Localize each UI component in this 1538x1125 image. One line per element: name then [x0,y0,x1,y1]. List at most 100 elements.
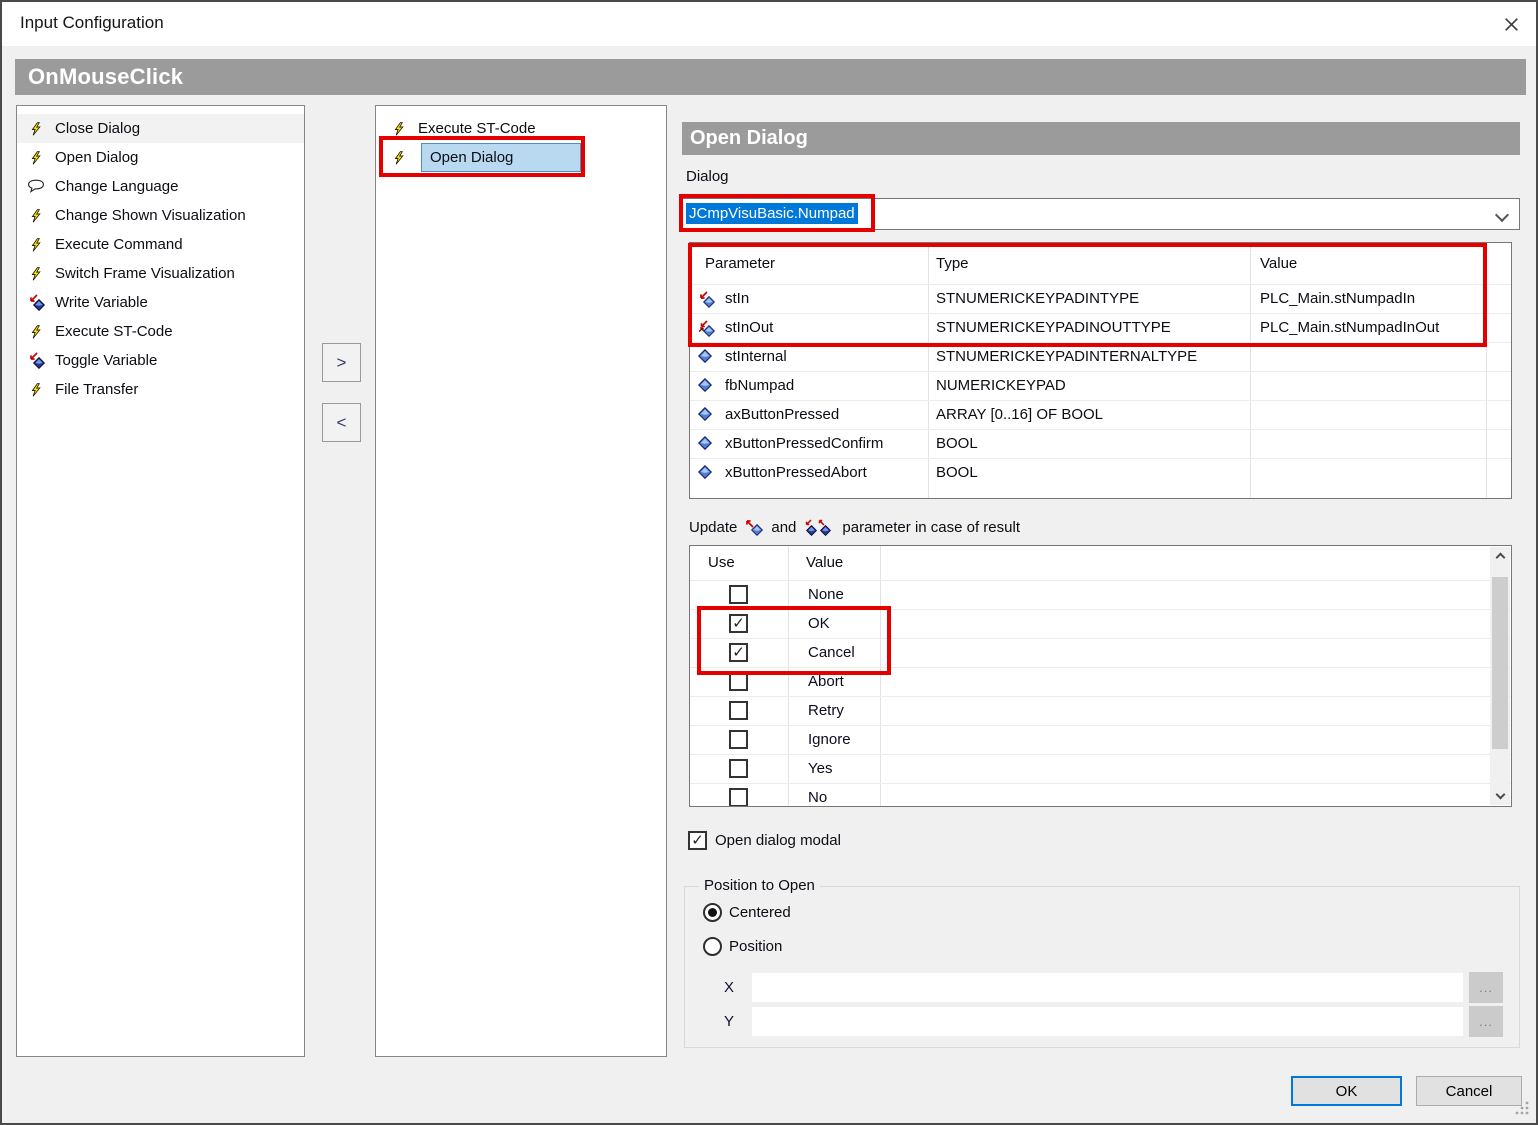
param-row-axbuttonpressed[interactable]: axButtonPressed ARRAY [0..16] OF BOOL [690,400,1511,429]
variable-icon [698,436,716,453]
param-row-fbnumpad[interactable]: fbNumpad NUMERICKEYPAD [690,371,1511,400]
action-item-close-dialog[interactable]: Close Dialog [17,114,304,143]
action-item-change-language[interactable]: Change Language [17,172,304,201]
variable-icon [698,378,716,395]
dialog-combobox-value: JCmpVisuBasic.Numpad [686,203,858,224]
param-value[interactable]: PLC_Main.stNumpadInOut [1260,314,1439,342]
result-value: Retry [808,697,844,725]
ok-button[interactable]: OK [1291,1076,1402,1106]
variable-in-icon [698,291,716,308]
result-row-ignore: Ignore [690,725,1511,754]
configured-action-label: Open Dialog [430,149,513,166]
use-checkbox[interactable] [729,788,748,807]
param-row-xbuttonpressedconfirm[interactable]: xButtonPressedConfirm BOOL [690,429,1511,458]
action-item-change-shown-visualization[interactable]: Change Shown Visualization [17,201,304,230]
x-input[interactable] [752,973,1463,1002]
action-item-open-dialog[interactable]: Open Dialog [17,143,304,172]
configured-action-open-dialog[interactable]: Open Dialog [376,143,666,172]
write-variable-icon [27,294,45,311]
use-checkbox[interactable] [729,759,748,778]
lightning-icon [27,381,45,398]
action-item-switch-frame-visualization[interactable]: Switch Frame Visualization [17,259,304,288]
y-input[interactable] [752,1007,1463,1036]
param-name: stInOut [725,314,773,342]
variable-out-icon [745,519,763,536]
remove-action-button[interactable]: < [322,403,361,442]
configured-actions-list: Execute ST-Code Open Dialog [375,105,667,1057]
action-item-label: Change Language [55,178,178,195]
use-checkbox[interactable] [729,672,748,691]
param-type: STNUMERICKEYPADINOUTTYPE [936,314,1171,342]
result-value: Abort [808,668,844,696]
action-item-write-variable[interactable]: Write Variable [17,288,304,317]
scroll-down-icon[interactable] [1490,787,1510,805]
use-checkbox[interactable] [729,614,748,633]
result-table: Use Value None OK Cancel Abort Retry Ign… [689,545,1512,807]
variable-inout-pair-icon [804,519,834,536]
action-item-label: Open Dialog [55,149,138,166]
variable-icon [698,465,716,482]
param-type: NUMERICKEYPAD [936,372,1066,400]
param-row-xbuttonpressedabort[interactable]: xButtonPressedAbort BOOL [690,458,1511,487]
use-checkbox[interactable] [729,643,748,662]
action-item-label: Toggle Variable [55,352,157,369]
param-name: xButtonPressedConfirm [725,430,883,458]
resize-grip[interactable] [1514,1100,1530,1116]
result-row-yes: Yes [690,754,1511,783]
column-header: Type [936,243,969,284]
result-row-no: No [690,783,1511,807]
param-type: STNUMERICKEYPADINTYPE [936,285,1139,313]
x-browse-button[interactable]: ... [1469,972,1503,1003]
update-prefix: Update [689,519,737,536]
add-action-button[interactable]: > [322,343,361,382]
result-value: OK [808,610,830,638]
close-icon[interactable] [1494,7,1528,41]
scroll-up-icon[interactable] [1490,547,1510,565]
position-label: Position [729,938,782,955]
configured-action-execute-st-code[interactable]: Execute ST-Code [376,114,666,143]
position-to-open-title: Position to Open [699,877,820,894]
vertical-scrollbar[interactable] [1490,547,1510,805]
y-browse-button[interactable]: ... [1469,1006,1503,1037]
use-checkbox[interactable] [729,730,748,749]
action-item-label: Close Dialog [55,120,140,137]
action-item-label: File Transfer [55,381,138,398]
lightning-icon [27,207,45,224]
y-label: Y [724,1013,734,1030]
position-radio[interactable] [703,937,722,956]
param-row-stinout[interactable]: stInOut STNUMERICKEYPADINOUTTYPE PLC_Mai… [690,313,1511,342]
lightning-icon [27,236,45,253]
dialog-combobox[interactable]: JCmpVisuBasic.Numpad [682,198,1520,230]
detail-header: Open Dialog [682,122,1520,155]
action-item-label: Write Variable [55,294,148,311]
action-item-execute-command[interactable]: Execute Command [17,230,304,259]
use-checkbox[interactable] [729,585,748,604]
param-type: BOOL [936,430,978,458]
column-header: Parameter [705,243,775,284]
param-value[interactable]: PLC_Main.stNumpadIn [1260,285,1415,313]
use-checkbox[interactable] [729,701,748,720]
result-table-header: Use Value [690,546,1511,580]
param-row-stin[interactable]: stIn STNUMERICKEYPADINTYPE PLC_Main.stNu… [690,284,1511,313]
centered-radio[interactable] [703,903,722,922]
column-header: Value [1260,243,1297,284]
update-suffix: parameter in case of result [842,519,1020,536]
result-row-ok: OK [690,609,1511,638]
action-item-label: Change Shown Visualization [55,207,246,224]
lightning-icon [390,120,408,137]
result-row-abort: Abort [690,667,1511,696]
centered-label: Centered [729,904,791,921]
param-row-stinternal[interactable]: stInternal STNUMERICKEYPADINTERNALTYPE [690,342,1511,371]
action-item-file-transfer[interactable]: File Transfer [17,375,304,404]
update-parameters-line: Update and parameter in case of result [689,515,1020,539]
open-dialog-modal-checkbox[interactable] [688,831,707,850]
cancel-button[interactable]: Cancel [1416,1076,1522,1106]
window-title: Input Configuration [20,13,164,33]
action-item-execute-st-code[interactable]: Execute ST-Code [17,317,304,346]
action-item-label: Execute ST-Code [55,323,173,340]
chevron-down-icon[interactable] [1497,207,1507,224]
result-row-cancel: Cancel [690,638,1511,667]
scrollbar-thumb[interactable] [1492,577,1508,749]
action-item-toggle-variable[interactable]: Toggle Variable [17,346,304,375]
action-item-label: Execute Command [55,236,183,253]
